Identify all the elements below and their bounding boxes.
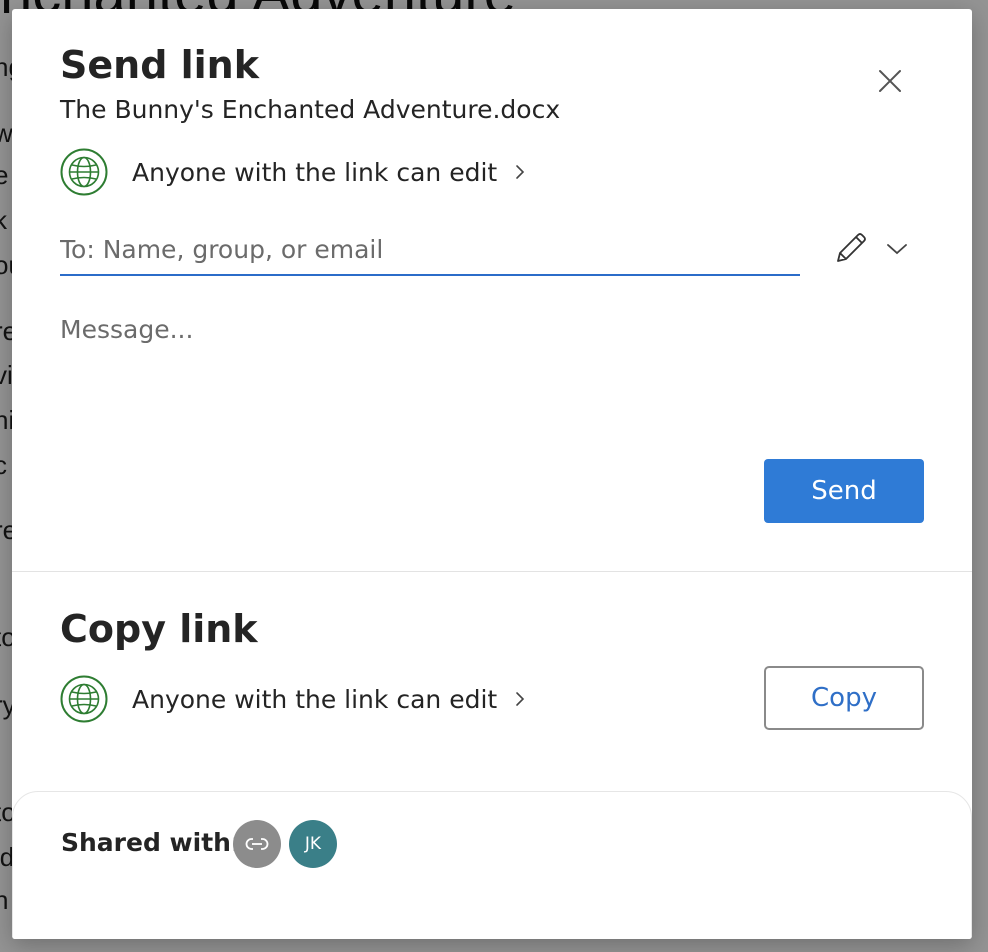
send-button[interactable]: Send: [764, 459, 924, 523]
divider: [12, 571, 972, 572]
chevron-right-icon: [515, 164, 525, 180]
recipient-permission-dropdown[interactable]: [832, 231, 908, 267]
globe-icon: [60, 675, 108, 723]
close-icon: [879, 70, 901, 92]
shared-link-avatar[interactable]: [233, 820, 281, 868]
user-avatar-jk[interactable]: JK: [289, 820, 337, 868]
copy-link-permission[interactable]: Anyone with the link can edit: [60, 675, 525, 723]
permission-label: Anyone with the link can edit: [132, 684, 498, 714]
shared-with-panel: Shared with: JK: [12, 791, 972, 939]
close-button[interactable]: [870, 61, 910, 101]
chevron-down-icon: [887, 244, 907, 255]
send-link-title: Send link: [60, 43, 259, 87]
chevron-right-icon: [515, 691, 525, 707]
message-field[interactable]: [60, 315, 920, 435]
recipient-input[interactable]: [60, 224, 800, 276]
copy-link-title: Copy link: [60, 607, 258, 651]
share-dialog: Send link The Bunny's Enchanted Adventur…: [12, 9, 972, 939]
copy-button[interactable]: Copy: [764, 666, 924, 730]
pencil-icon: [837, 233, 866, 262]
permission-label: Anyone with the link can edit: [132, 157, 498, 187]
shared-with-label: Shared with:: [61, 828, 241, 857]
file-name: The Bunny's Enchanted Adventure.docx: [60, 95, 561, 124]
globe-icon: [60, 148, 108, 196]
link-icon: [245, 837, 269, 851]
send-link-permission[interactable]: Anyone with the link can edit: [60, 148, 525, 196]
